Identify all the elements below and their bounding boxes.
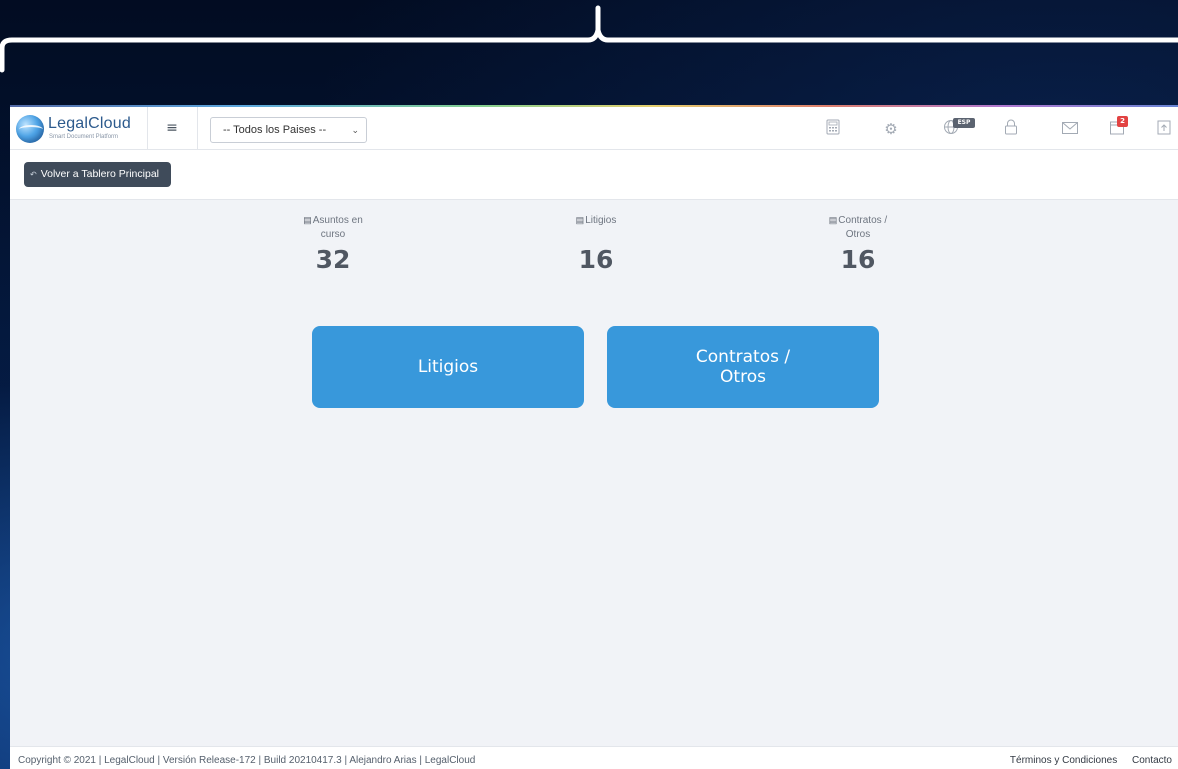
mail-icon[interactable] bbox=[1060, 119, 1080, 139]
hamburger-icon[interactable]: ≡ bbox=[162, 117, 182, 139]
back-button-label: Volver a Tablero Principal bbox=[40, 168, 159, 180]
action-bar: ↶ Volver a Tablero Principal bbox=[10, 150, 1178, 200]
litigios-button[interactable]: Litigios bbox=[312, 326, 584, 408]
chevron-down-icon: ⌄ bbox=[351, 125, 359, 135]
navbar-divider bbox=[197, 107, 198, 150]
terms-link[interactable]: Términos y Condiciones bbox=[1010, 755, 1117, 766]
stat-label: ▤Litigios bbox=[575, 215, 617, 226]
back-to-dashboard-button[interactable]: ↶ Volver a Tablero Principal bbox=[24, 162, 171, 187]
lock-icon[interactable] bbox=[1001, 119, 1021, 139]
footer-links: Términos y Condiciones Contacto bbox=[998, 747, 1172, 769]
upload-icon[interactable] bbox=[1154, 119, 1174, 139]
copyright-text: Copyright © 2021 | LegalCloud | Versión … bbox=[18, 755, 476, 766]
logo-name: LegalCloud bbox=[48, 115, 131, 132]
country-select-value: -- Todos los Paises -- bbox=[223, 124, 327, 136]
document-icon: ▤ bbox=[303, 215, 312, 225]
logo-tagline: Smart Document Platform bbox=[49, 134, 119, 140]
calculator-icon[interactable] bbox=[823, 119, 843, 139]
logo-swoosh bbox=[19, 125, 43, 134]
decorative-brace bbox=[0, 5, 1178, 73]
stat-asuntos-en-curso: ▤Asuntos en curso 32 bbox=[273, 213, 393, 274]
navbar-divider bbox=[147, 107, 148, 150]
stat-label: ▤Asuntos en curso bbox=[303, 215, 363, 240]
top-navbar: LegalCloud Smart Document Platform ≡ -- … bbox=[10, 107, 1178, 150]
document-icon: ▤ bbox=[575, 215, 585, 225]
contact-link[interactable]: Contacto bbox=[1132, 755, 1172, 766]
stat-value: 16 bbox=[578, 245, 614, 274]
notification-badge: 2 bbox=[1117, 116, 1128, 127]
stat-value: 32 bbox=[315, 245, 351, 274]
stat-label: ▤Contratos / Otros bbox=[828, 215, 888, 240]
legalcloud-logo[interactable]: LegalCloud Smart Document Platform bbox=[16, 113, 141, 145]
document-icon: ▤ bbox=[828, 215, 838, 225]
contratos-otros-button-label: Contratos / Otros bbox=[695, 347, 791, 387]
stat-litigios: ▤Litigios 16 bbox=[536, 213, 656, 274]
litigios-button-label: Litigios bbox=[417, 357, 479, 377]
page-footer: Copyright © 2021 | LegalCloud | Versión … bbox=[10, 746, 1178, 769]
country-select[interactable]: -- Todos los Paises -- ⌄ bbox=[210, 117, 367, 143]
gear-icon[interactable]: ⚙ bbox=[881, 119, 901, 139]
back-arrow-icon: ↶ bbox=[30, 170, 37, 179]
app-window: LegalCloud Smart Document Platform ≡ -- … bbox=[10, 105, 1178, 769]
contratos-otros-button[interactable]: Contratos / Otros bbox=[607, 326, 879, 408]
stat-contratos-otros: ▤Contratos / Otros 16 bbox=[798, 213, 918, 274]
language-badge: ESP bbox=[953, 118, 975, 128]
stat-value: 16 bbox=[840, 245, 876, 274]
